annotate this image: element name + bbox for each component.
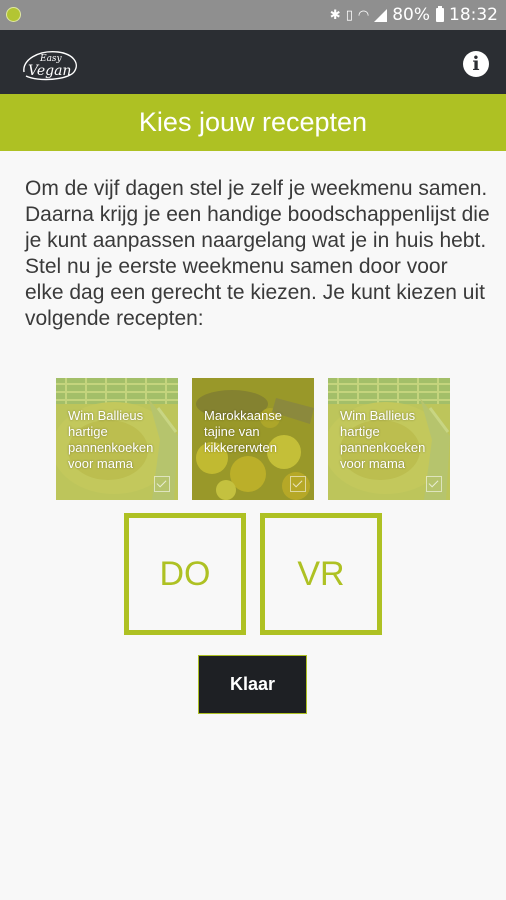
- day-slot-do[interactable]: DO: [124, 513, 246, 635]
- battery-percent: 80%: [392, 5, 430, 25]
- recipe-title: Marokkaanse tajine van kikkererwten: [204, 408, 283, 455]
- signal-icon: [374, 8, 388, 22]
- recipe-title: Wim Ballieus hartige pannenkoeken voor m…: [340, 408, 426, 471]
- info-icon[interactable]: i: [463, 51, 489, 77]
- easy-vegan-notification-icon: [6, 7, 21, 22]
- recipe-title: Wim Ballieus hartige pannenkoeken voor m…: [68, 408, 154, 471]
- vibrate-icon: ▯: [345, 7, 353, 23]
- battery-icon: [436, 6, 444, 22]
- recipe-card[interactable]: Marokkaanse tajine van kikkererwten: [192, 378, 314, 500]
- checkmark-icon: [290, 476, 306, 492]
- title-bar: Kies jouw recepten: [0, 94, 506, 151]
- bluetooth-icon: ✱: [329, 7, 341, 23]
- checkmark-icon: [426, 476, 442, 492]
- recipe-list: Wim Ballieus hartige pannenkoeken voor m…: [56, 378, 450, 500]
- logo-text-bottom: Vegan: [28, 63, 71, 79]
- recipe-card[interactable]: Wim Ballieus hartige pannenkoeken voor m…: [56, 378, 178, 500]
- day-slot-vr[interactable]: VR: [260, 513, 382, 635]
- easy-vegan-logo[interactable]: Easy Vegan: [18, 46, 82, 84]
- status-icons: ✱ ▯ ◠ 80% 18:32: [330, 0, 498, 30]
- wifi-icon: ◠: [357, 7, 370, 23]
- checkmark-icon: [154, 476, 170, 492]
- done-button[interactable]: Klaar: [198, 655, 307, 714]
- page-title: Kies jouw recepten: [138, 107, 368, 137]
- intro-text: Om de vijf dagen stel je zelf je weekmen…: [25, 177, 490, 330]
- recipe-card[interactable]: Wim Ballieus hartige pannenkoeken voor m…: [328, 378, 450, 500]
- clock: 18:32: [449, 5, 498, 25]
- status-bar: ✱ ▯ ◠ 80% 18:32: [0, 0, 506, 30]
